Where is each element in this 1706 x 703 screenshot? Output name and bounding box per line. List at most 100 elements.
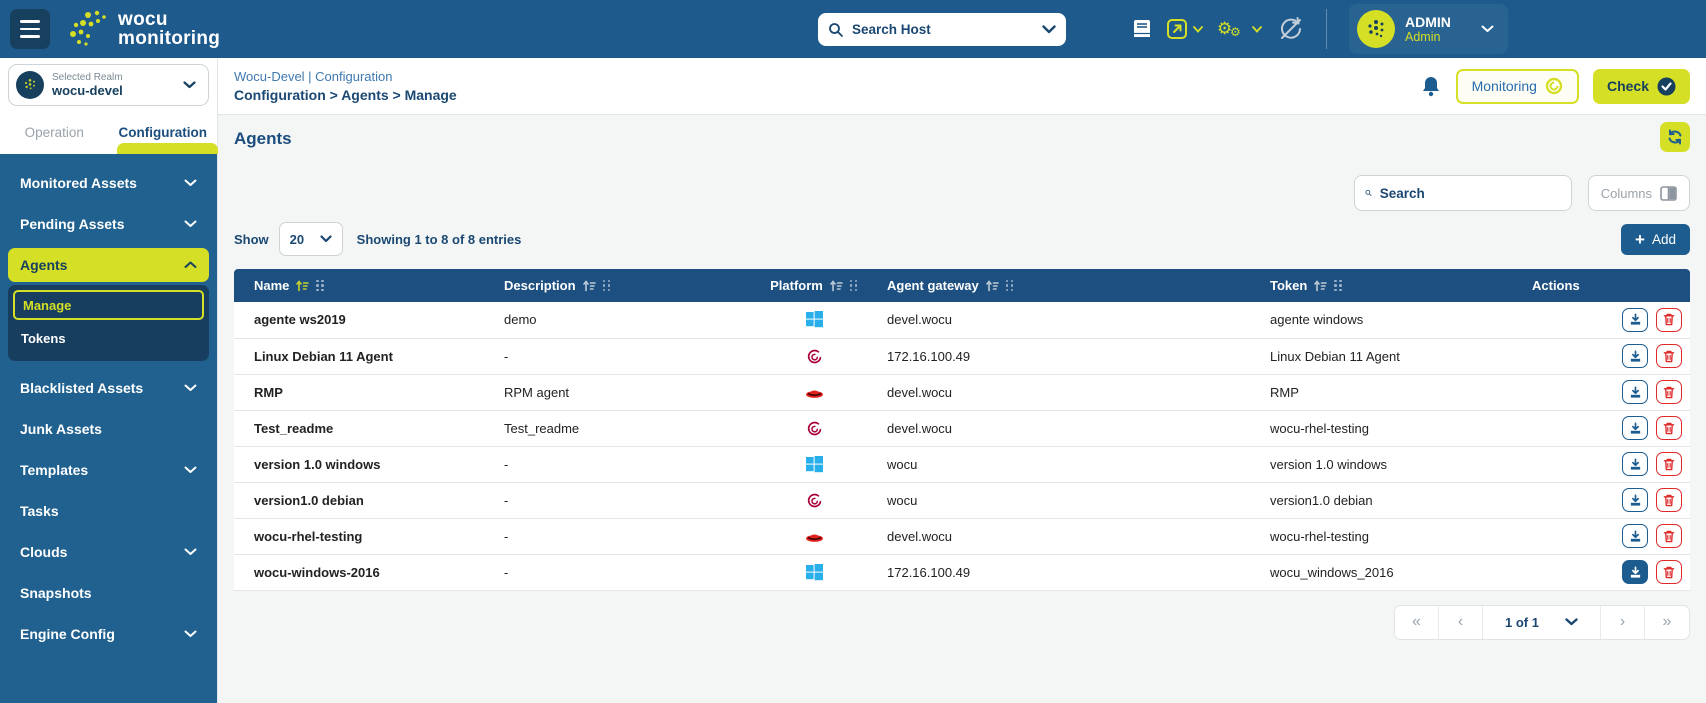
download-agent-button[interactable] [1622,308,1648,332]
sidebar-item-engine-config[interactable]: Engine Config [8,617,209,651]
download-agent-button[interactable] [1622,488,1648,512]
agent-name-link[interactable]: wocu-windows-2016 [234,554,484,590]
notifications-bell-icon[interactable] [1420,74,1442,98]
table-search-input[interactable] [1380,186,1561,201]
showing-entries-text: Showing 1 to 8 of 8 entries [357,232,522,247]
sort-icon[interactable] [986,280,999,292]
windows-icon [806,456,823,473]
submenu-item-manage[interactable]: Manage [13,290,204,320]
table-row: version1.0 debian - [234,482,1690,518]
realm-selector[interactable]: Selected Realm wocu-devel [8,64,209,106]
agent-name-link[interactable]: version1.0 debian [234,482,484,518]
column-header-platform[interactable]: Platform [749,269,867,302]
sidebar-item-clouds[interactable]: Clouds [8,535,209,569]
delete-agent-button[interactable] [1656,488,1682,512]
drag-handle-icon[interactable] [316,280,324,292]
delete-agent-button[interactable] [1656,416,1682,440]
table-row: version 1.0 windows - [234,446,1690,482]
sort-icon[interactable] [830,280,843,292]
windows-icon [806,311,823,328]
sidebar-menu: Monitored Assets Pending Assets Agents M… [0,154,217,703]
pagination-prev-button[interactable]: ‹ [1439,606,1483,639]
host-search-input[interactable] [852,22,1034,37]
host-search-box[interactable] [818,13,1066,46]
delete-agent-button[interactable] [1656,344,1682,368]
column-header-description[interactable]: Description [484,269,749,302]
hamburger-menu-button[interactable] [10,9,50,49]
drag-handle-icon[interactable] [1334,280,1342,292]
tab-operation[interactable]: Operation [0,125,109,140]
monitoring-mode-button[interactable]: Monitoring [1456,69,1579,104]
table-row: wocu-rhel-testing - [234,518,1690,554]
drag-handle-icon[interactable] [850,280,858,292]
delete-agent-button[interactable] [1656,308,1682,332]
header-divider [1326,9,1327,49]
sidebar-item-templates[interactable]: Templates [8,453,209,487]
table-search-box[interactable] [1354,175,1572,211]
check-mode-button[interactable]: Check [1593,69,1690,104]
agent-name-link[interactable]: Linux Debian 11 Agent [234,338,484,374]
sort-icon-active[interactable] [296,280,309,292]
download-agent-button[interactable] [1622,452,1648,476]
delete-agent-button[interactable] [1656,560,1682,584]
pagination-page-select[interactable]: 1 of 1 [1483,606,1601,639]
external-tools-menu[interactable] [1166,18,1203,40]
sidebar-item-monitored-assets[interactable]: Monitored Assets [8,166,209,200]
column-header-gateway[interactable]: Agent gateway [867,269,1250,302]
agents-submenu: Manage Tokens [8,285,209,361]
chevron-down-icon [184,220,197,228]
tab-configuration[interactable]: Configuration [109,125,218,140]
agent-description: - [484,482,749,518]
pagination-last-button[interactable]: » [1645,606,1689,639]
columns-button[interactable]: Columns [1588,175,1690,211]
sidebar-item-tasks[interactable]: Tasks [8,494,209,528]
download-agent-button[interactable] [1622,560,1648,584]
logo-dots-icon [68,9,110,49]
pagination-first-button[interactable]: « [1395,606,1439,639]
delete-agent-button[interactable] [1656,452,1682,476]
sidebar-item-junk-assets[interactable]: Junk Assets [8,412,209,446]
add-agent-button[interactable]: + Add [1621,224,1690,255]
page-size-select[interactable]: 20 [279,222,343,256]
sidebar-item-pending-assets[interactable]: Pending Assets [8,207,209,241]
sidebar-item-snapshots[interactable]: Snapshots [8,576,209,610]
download-agent-button[interactable] [1622,380,1648,404]
agent-name-link[interactable]: agente ws2019 [234,302,484,338]
chevron-down-icon [184,466,197,474]
chevron-down-icon [184,179,197,187]
download-agent-button[interactable] [1622,524,1648,548]
column-header-token[interactable]: Token [1250,269,1512,302]
chevron-down-icon [184,384,197,392]
realm-icon [16,71,44,99]
settings-menu[interactable]: ⚙⚙ [1217,19,1262,39]
sidebar-item-agents[interactable]: Agents [8,248,209,282]
sidebar-item-blacklisted-assets[interactable]: Blacklisted Assets [8,371,209,405]
agent-name-link[interactable]: wocu-rhel-testing [234,518,484,554]
column-header-name[interactable]: Name [234,269,484,302]
download-agent-button[interactable] [1622,344,1648,368]
drag-handle-icon[interactable] [1006,280,1014,292]
chevron-down-icon [1481,25,1494,33]
gears-icon: ⚙⚙ [1217,19,1247,39]
user-menu[interactable]: ADMIN Admin [1349,4,1508,54]
agents-table: Name Description Platform [234,269,1690,591]
submenu-item-tokens[interactable]: Tokens [13,323,204,353]
agent-gateway: wocu [867,482,1250,518]
chevron-down-icon[interactable] [1042,25,1056,34]
sort-icon[interactable] [1314,280,1327,292]
user-role: Admin [1405,30,1451,44]
delete-agent-button[interactable] [1656,524,1682,548]
drag-handle-icon[interactable] [603,280,611,292]
agent-name-link[interactable]: version 1.0 windows [234,446,484,482]
refresh-table-button[interactable] [1660,122,1690,152]
debian-icon [806,420,823,437]
pagination-next-button[interactable]: › [1601,606,1645,639]
download-agent-button[interactable] [1622,416,1648,440]
agent-platform [749,302,867,338]
documentation-book-icon[interactable] [1132,18,1152,40]
delete-agent-button[interactable] [1656,380,1682,404]
agent-name-link[interactable]: RMP [234,374,484,410]
auto-refresh-disabled-icon[interactable] [1276,14,1306,44]
agent-name-link[interactable]: Test_readme [234,410,484,446]
sort-icon[interactable] [583,280,596,292]
